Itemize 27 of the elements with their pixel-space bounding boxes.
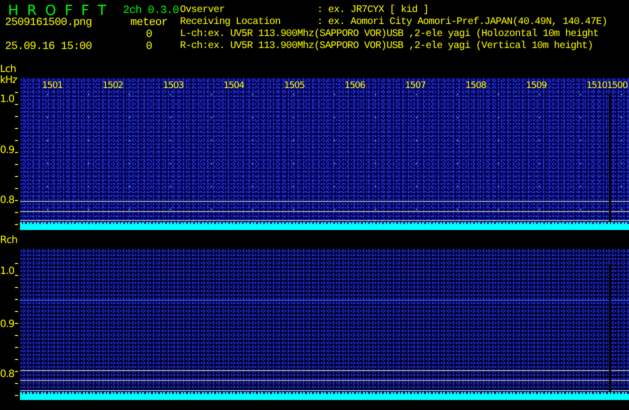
time-label: 1508 [466,80,488,92]
info-value: : ex. Aomori City Aomori-Pref.JAPAN(40.49N, 140.47E) [317,17,608,28]
time-label: 1502 [102,80,124,92]
info-label: Ovserver [180,5,226,16]
time-label: 1505 [284,80,306,92]
file-name: 2509161500.png [5,17,93,29]
channel-label: Lch [0,64,17,75]
info-label: Receiving Location [180,17,282,28]
unit-label: kHz [0,75,18,87]
app-title: H R O F F T [8,5,108,17]
info-value: : ex. JR7CYX [ kid ] [317,5,429,16]
channel-info: L-ch:ex. UV5R 113.900Mhz(SAPPORO VOR)USB ,2-ele yagi (Holozontal 10m height [179,29,600,40]
meteor-label: meteor [130,17,168,29]
time-label: 1504 [224,80,246,92]
channel-label: Rch [0,235,18,246]
time-label: 1506 [344,80,366,92]
time-label: 1507 [405,80,427,92]
time-label: 1509 [526,80,548,92]
time-label: 1503 [163,80,185,92]
meteor-count: 0 [146,29,152,41]
channel-info: R-ch:ex. UV5R 113.900Mhz(SAPPORO VOR)USB ,2-ele yagi (Vertical 10m height) [179,41,594,53]
meteor-count: 0 [146,41,152,53]
time-label: 1510 [586,80,608,92]
timestamp: 25.09.16 15:00 [5,41,93,53]
version-label: 2ch 0.3.0 [123,5,179,17]
time-label: 1501 [42,80,64,92]
time-label: 1500 [607,80,628,92]
